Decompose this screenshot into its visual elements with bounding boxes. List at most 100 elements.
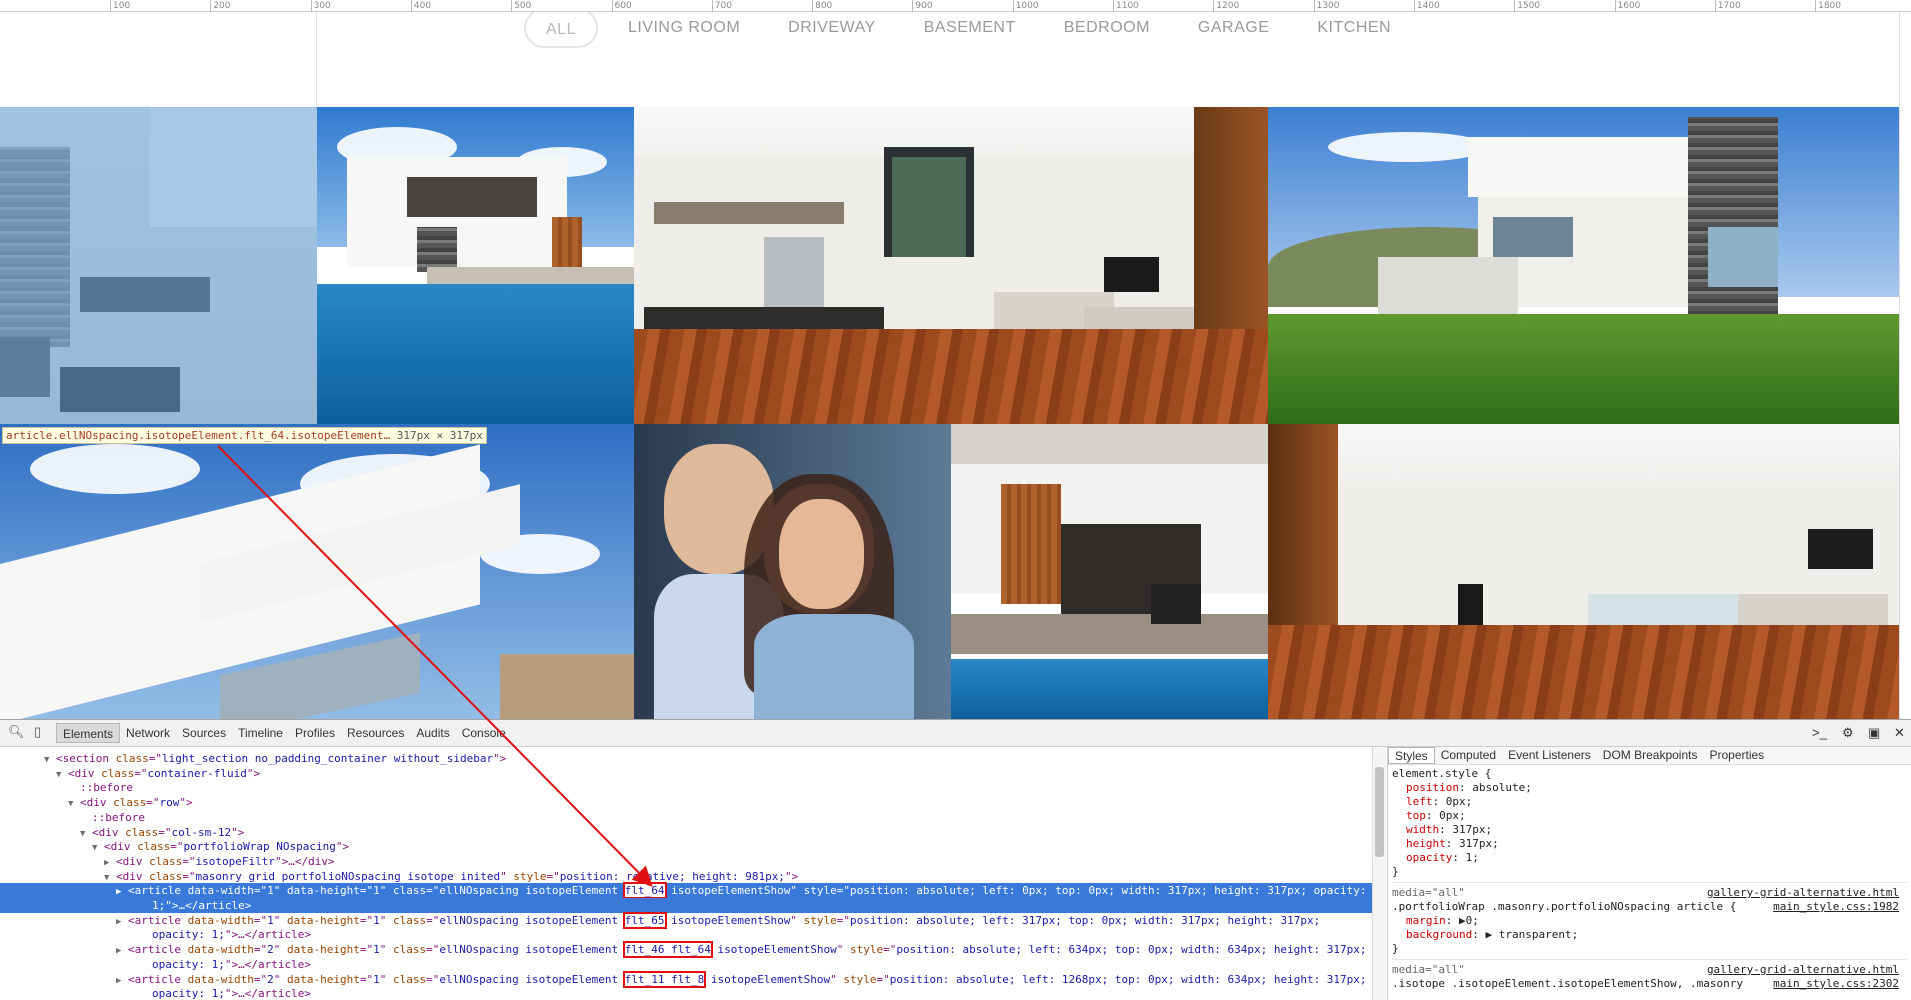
dom-token: " <box>379 943 393 957</box>
devtools-tab-elements[interactable]: Elements <box>56 723 121 743</box>
dom-token: style <box>803 913 837 927</box>
scroll-thumb[interactable] <box>1375 767 1384 857</box>
element-style-header: element.style { <box>1392 767 1492 780</box>
devtools-tab-audits[interactable]: Audits <box>410 723 455 743</box>
style-declaration[interactable]: position: absolute; <box>1392 781 1907 795</box>
gallery-item-couple-keys[interactable] <box>634 424 951 719</box>
rule-source-css-link[interactable]: main_style.css:2302 <box>1773 977 1899 991</box>
filter-all[interactable]: ALL <box>524 8 598 48</box>
styles-pane: Styles Computed Event Listeners DOM Breakpo… <box>1387 747 1911 1000</box>
style-declaration[interactable]: background: ▶ transparent; <box>1392 928 1907 942</box>
console-drawer-icon[interactable]: >_ <box>1812 725 1827 740</box>
dom-token: =" <box>170 840 184 854</box>
dom-tree-scrollbar[interactable] <box>1372 747 1386 1000</box>
dom-node[interactable]: opacity: 1;">…</article> <box>0 986 311 1000</box>
dom-token: =" <box>253 943 268 957</box>
devtools-tab-profiles[interactable]: Profiles <box>289 723 341 743</box>
style-declaration[interactable]: left: 0px; <box>1392 795 1907 809</box>
rule-source-css-link[interactable]: main_style.css:1982 <box>1773 900 1899 914</box>
filter-driveway[interactable]: DRIVEWAY <box>764 8 900 48</box>
dom-token: =" <box>253 884 268 898</box>
close-icon[interactable]: ✕ <box>1894 725 1905 741</box>
dom-node[interactable]: ▼ <div class="row"> <box>0 795 193 810</box>
rule-media: media="all" <box>1392 963 1465 976</box>
styles-tab-properties[interactable]: Properties <box>1703 747 1770 764</box>
dom-token: light_section no_padding_container witho… <box>161 752 494 765</box>
dom-token: style <box>803 884 837 898</box>
style-property-value: ▶0; <box>1459 914 1479 927</box>
dom-node[interactable]: opacity: 1;">…</article> <box>0 957 311 972</box>
styles-pane-tabs: Styles Computed Event Listeners DOM Breakpo… <box>1388 747 1911 765</box>
dom-token: ellNOspacing isotopeElement <box>439 972 625 986</box>
gallery-item-interior-stairs[interactable] <box>0 107 317 424</box>
ruler-tick-label: 800 <box>815 1 833 11</box>
dom-token: <div <box>116 869 150 883</box>
styles-tab-computed[interactable]: Computed <box>1435 747 1502 764</box>
dom-node[interactable]: ▶ <div class="isotopeFiltr">…</div> <box>0 854 335 869</box>
rule-source-link[interactable]: gallery-grid-alternative.html <box>1707 886 1899 900</box>
device-mode-icon[interactable]: ▯ <box>34 724 41 740</box>
vertical-ruler <box>1899 12 1911 722</box>
dom-node[interactable]: ::before <box>0 810 145 825</box>
ruler-tick-label: 1100 <box>1116 1 1139 11</box>
filter-living-room[interactable]: LIVING ROOM <box>604 8 764 48</box>
ruler-tick: 1100 <box>1113 0 1139 12</box>
styles-tab-styles[interactable]: Styles <box>1388 747 1435 764</box>
style-declaration[interactable]: opacity: 1; <box>1392 851 1907 865</box>
gallery-item-modern-facade[interactable] <box>0 424 634 719</box>
dock-side-icon[interactable]: ▣ <box>1868 725 1880 741</box>
dom-token: ::before <box>80 781 133 795</box>
gallery-item-open-living[interactable] <box>1268 424 1899 719</box>
devtools-tab-resources[interactable]: Resources <box>341 723 410 743</box>
dom-token: 1 <box>373 913 380 927</box>
styles-tab-event-listeners[interactable]: Event Listeners <box>1502 747 1597 764</box>
ruler-tick-label: 1800 <box>1818 1 1841 11</box>
style-property-name: height <box>1406 837 1446 850</box>
style-declaration[interactable]: top: 0px; <box>1392 809 1907 823</box>
filter-garage[interactable]: GARAGE <box>1174 8 1293 48</box>
dom-node[interactable]: ▼ <div class="portfolioWrap NOspacing"> <box>0 839 349 854</box>
devtools-tab-network[interactable]: Network <box>120 723 176 743</box>
dom-token: 1 <box>373 972 380 986</box>
dom-node-selected[interactable]: ▶ <article data-width="1" data-height="1"… <box>0 882 1372 900</box>
gallery-item-pool-house[interactable] <box>317 107 634 424</box>
filter-bedroom[interactable]: BEDROOM <box>1040 8 1174 48</box>
devtools-tab-sources[interactable]: Sources <box>176 723 232 743</box>
dom-token: <div <box>104 840 138 854</box>
dom-node[interactable]: opacity: 1;">…</article> <box>0 927 311 942</box>
dom-token: class <box>115 752 149 765</box>
dom-node[interactable]: ▼ <section class="light_section no_paddin… <box>0 751 506 766</box>
style-property-name: margin <box>1406 914 1446 927</box>
styles-tab-dom-breakpoints[interactable]: DOM Breakpoints <box>1597 747 1704 764</box>
rule-source-link[interactable]: gallery-grid-alternative.html <box>1707 963 1899 977</box>
dom-token: position: absolute; left: 1268px; top: 0… <box>889 972 1367 986</box>
dom-node-selected[interactable]: 1;">…</article> <box>0 898 1372 913</box>
filter-bar-left-panel <box>0 0 317 107</box>
dom-token: =" <box>253 913 268 927</box>
dom-node[interactable]: ::before <box>0 780 133 795</box>
dom-token: data-width <box>187 913 254 927</box>
dom-node[interactable]: ▶ <article data-width="1" data-height="1"… <box>0 911 1320 929</box>
gallery-item-hillside-villa[interactable] <box>1268 107 1899 424</box>
devtools-tab-timeline[interactable]: Timeline <box>232 723 289 743</box>
filter-kitchen[interactable]: KITCHEN <box>1293 8 1415 48</box>
dom-node[interactable]: ▶ <article data-width="2" data-height="1"… <box>0 941 1367 959</box>
style-declaration[interactable]: margin: ▶0; <box>1392 914 1907 928</box>
dom-node[interactable]: ▼ <div class="container-fluid"> <box>0 766 260 781</box>
dom-tree[interactable]: ▼ <section class="light_section no_paddin… <box>0 747 1372 1000</box>
dom-node[interactable]: ▶ <article data-width="2" data-height="1"… <box>0 970 1367 988</box>
style-property-value: absolute; <box>1472 781 1532 794</box>
gallery-item-courtyard-pool[interactable] <box>951 424 1268 719</box>
filter-basement[interactable]: BASEMENT <box>900 8 1040 48</box>
ruler-tick-label: 900 <box>915 1 933 11</box>
gear-icon[interactable]: ⚙ <box>1842 725 1854 741</box>
ruler-tick: 700 <box>711 0 732 12</box>
dom-node[interactable]: ▼ <div class="col-sm-12"> <box>0 825 244 840</box>
style-declaration[interactable]: height: 317px; <box>1392 837 1907 851</box>
dom-token: class <box>392 943 427 957</box>
dom-node[interactable]: ▼ <div class="masonry grid portfolioNOspa… <box>0 869 798 884</box>
devtools-tab-console[interactable]: Console <box>456 723 512 743</box>
style-declaration[interactable]: width: 317px; <box>1392 823 1907 837</box>
gallery-item-open-kitchen[interactable] <box>634 107 1268 424</box>
search-icon[interactable]: 🔍︎ <box>8 724 25 740</box>
